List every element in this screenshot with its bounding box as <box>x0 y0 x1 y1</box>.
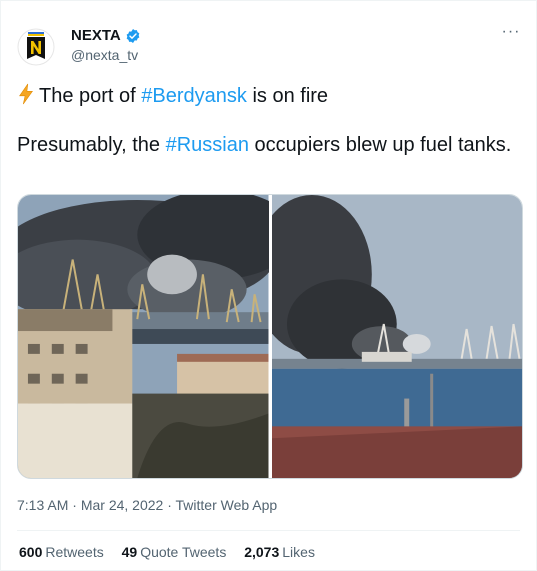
likes-label: Likes <box>282 544 315 560</box>
timestamp-time[interactable]: 7:13 AM <box>17 497 68 513</box>
quote-tweets-label: Quote Tweets <box>140 544 227 560</box>
hashtag-russian[interactable]: #Russian <box>166 134 249 156</box>
verified-badge-icon <box>126 28 140 43</box>
quote-tweets-count: 49 <box>121 544 138 560</box>
photo-image <box>271 195 522 478</box>
tweet-text-line1: The port of #Berdyansk is on fire <box>17 83 328 109</box>
meta-separator: · <box>163 497 176 513</box>
tweet-text-line2: Presumably, the #Russian occupiers blew … <box>17 132 517 159</box>
meta-separator: · <box>68 497 81 513</box>
tweet-metadata: 7:13 AM · Mar 24, 2022 · Twitter Web App <box>17 497 277 513</box>
tweet-source[interactable]: Twitter Web App <box>176 497 278 513</box>
tweet-text-part: The port of <box>39 85 142 107</box>
tweet-text-part: is on fire <box>246 85 329 107</box>
timestamp-date[interactable]: Mar 24, 2022 <box>81 497 164 513</box>
retweets-label: Retweets <box>45 544 104 560</box>
retweets-stat[interactable]: 600 Retweets <box>19 544 104 560</box>
port-fire-photo-left[interactable] <box>18 195 269 478</box>
quote-tweets-stat[interactable]: 49 Quote Tweets <box>122 544 227 560</box>
author-handle[interactable]: @nexta_tv <box>71 47 138 63</box>
nexta-logo-icon <box>17 28 55 66</box>
avatar[interactable] <box>17 28 55 66</box>
author-name-row[interactable]: NEXTA <box>71 27 141 44</box>
hashtag-berdyansk[interactable]: #Berdyansk <box>141 85 247 107</box>
lightning-bolt-icon <box>19 83 33 105</box>
engagement-stats: 600 Retweets 49 Quote Tweets 2,073 Likes <box>19 544 329 560</box>
retweets-count: 600 <box>19 544 43 560</box>
tweet-text-part: Presumably, the <box>17 134 166 156</box>
port-fire-photo-right[interactable] <box>271 195 522 478</box>
media-grid <box>17 194 523 479</box>
author-name[interactable]: NEXTA <box>71 27 121 44</box>
more-options-icon[interactable]: ··· <box>500 24 522 43</box>
photo-image <box>18 195 269 478</box>
divider <box>17 530 520 531</box>
tweet-text-part: occupiers blew up fuel tanks. <box>248 134 512 156</box>
likes-stat[interactable]: 2,073 Likes <box>244 544 315 560</box>
tweet-card: NEXTA @nexta_tv ··· The port of #Berdyan… <box>0 0 537 571</box>
likes-count: 2,073 <box>244 544 280 560</box>
